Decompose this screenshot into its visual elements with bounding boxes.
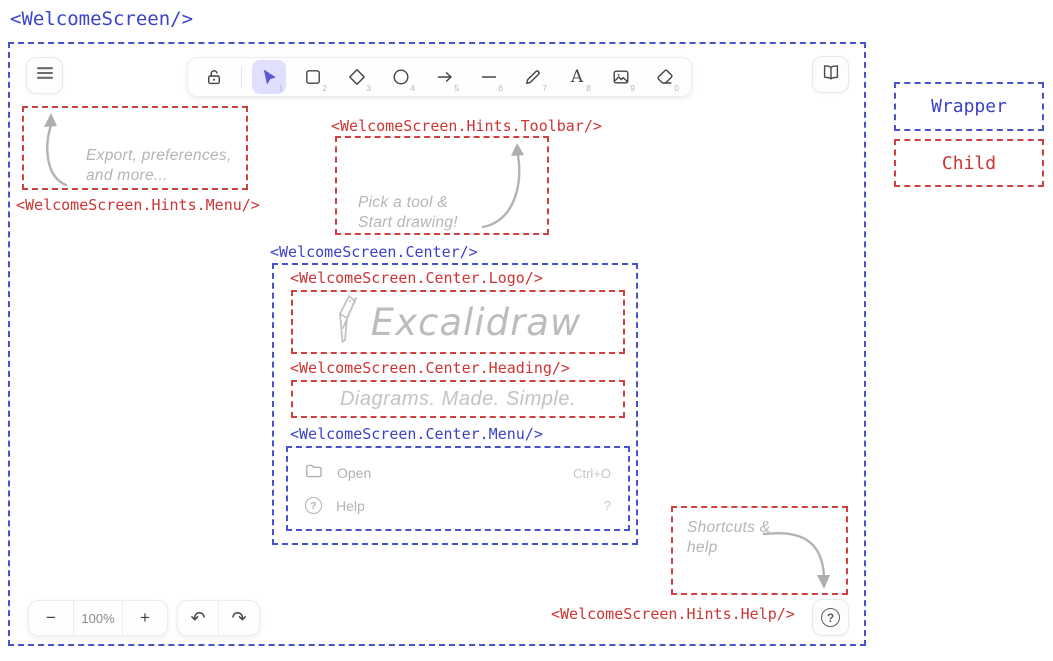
hamburger-icon [36,66,54,85]
hints-help-box: Shortcuts & help [671,506,848,595]
menu-item-label: Open [337,465,371,481]
legend-wrapper-box: Wrapper [894,82,1044,131]
tool-diamond[interactable]: 3 [340,60,374,94]
library-button[interactable] [812,56,849,93]
lock-icon [204,67,224,87]
tool-number: 6 [498,83,503,93]
tool-number: 5 [454,83,459,93]
diamond-icon [347,67,367,87]
page-title: <WelcomeScreen/> [10,8,193,30]
tool-image[interactable]: 9 [604,60,638,94]
menu-item-shortcut: ? [604,498,611,513]
menu-item-shortcut: Ctrl+O [573,466,611,481]
hint-menu-text-line2: and more... [86,166,232,186]
menu-item-help[interactable]: ? Help ? [288,497,628,514]
zoom-controls: − 100% + [28,600,168,636]
tool-draw[interactable]: 7 [516,60,550,94]
center-heading-box: Diagrams. Made. Simple. [291,380,625,418]
zoom-level-value: 100% [81,611,114,626]
image-icon [611,67,631,87]
menu-item-open[interactable]: Open Ctrl+O [288,463,628,484]
tool-number: 0 [674,83,679,93]
center-logo-box: Excalidraw [291,290,625,354]
minus-icon: − [46,608,56,628]
undo-button[interactable]: ↶ [178,600,218,636]
page: <WelcomeScreen/> [0,0,1053,661]
tool-line[interactable]: 6 [472,60,506,94]
tool-number: 9 [630,83,635,93]
undo-icon: ↶ [190,609,205,627]
line-icon [479,67,499,87]
toolbar: 1 2 3 4 [187,57,692,97]
tool-number: 1 [278,83,283,93]
rectangle-icon [303,67,323,87]
excalidraw-pencil-icon [335,294,361,351]
tool-ellipse[interactable]: 4 [384,60,418,94]
curved-arrow-up-icon [475,141,535,233]
hints-menu-box: Export, preferences, and more... [22,106,248,190]
text-tool-icon: A [571,69,583,86]
tool-number: 3 [366,83,371,93]
center-menu-box: Open Ctrl+O ? Help ? [286,446,630,531]
center-menu-label: <WelcomeScreen.Center.Menu/> [290,425,543,443]
tool-arrow[interactable]: 5 [428,60,462,94]
legend-child-box: Child [894,139,1044,187]
center-heading-label: <WelcomeScreen.Center.Heading/> [290,359,570,377]
book-icon [821,62,841,87]
help-icon: ? [821,608,840,627]
center-heading-text: Diagrams. Made. Simple. [340,388,576,411]
arrow-icon [435,67,455,87]
redo-icon: ↷ [231,609,246,627]
legend-child-label: Child [942,153,996,174]
redo-button[interactable]: ↷ [219,600,259,636]
excalidraw-logo-text: Excalidraw [371,301,581,344]
tool-number: 7 [542,83,547,93]
tool-number: 4 [410,83,415,93]
tool-selection[interactable]: 1 [252,60,286,94]
selection-cursor-icon [259,67,279,87]
folder-icon [305,463,323,484]
hints-help-label: <WelcomeScreen.Hints.Help/> [551,605,795,623]
help-button[interactable]: ? [812,599,849,636]
tool-rectangle[interactable]: 2 [296,60,330,94]
hint-help-text-line2: help [687,538,770,558]
legend-wrapper-label: Wrapper [931,96,1007,117]
zoom-out-button[interactable]: − [29,600,73,636]
toolbar-divider [241,66,242,88]
hint-menu-text-line1: Export, preferences, [86,146,232,166]
hints-toolbar-box: Pick a tool & Start drawing! [335,136,549,235]
tool-number: 8 [586,83,591,93]
curved-arrow-down-icon [760,524,838,592]
zoom-level-button[interactable]: 100% [74,600,122,636]
eraser-icon [655,67,675,87]
tool-number: 2 [322,83,327,93]
tool-text[interactable]: A 8 [560,60,594,94]
hint-toolbar-text-line2: Start drawing! [358,213,458,233]
curved-arrow-up-icon [32,111,82,189]
hints-toolbar-label: <WelcomeScreen.Hints.Toolbar/> [331,117,602,135]
center-box: <WelcomeScreen.Center.Logo/> Excalidraw … [272,263,638,545]
center-logo-label: <WelcomeScreen.Center.Logo/> [290,269,543,287]
question-circle-icon: ? [305,497,322,514]
zoom-in-button[interactable]: + [123,600,167,636]
undo-redo-controls: ↶ ↷ [177,600,260,636]
plus-icon: + [140,608,150,628]
hint-toolbar-text-line1: Pick a tool & [358,193,458,213]
tool-eraser[interactable]: 0 [648,60,682,94]
hints-menu-label: <WelcomeScreen.Hints.Menu/> [16,196,260,214]
menu-item-label: Help [336,498,365,514]
center-label: <WelcomeScreen.Center/> [270,243,478,261]
ellipse-icon [391,67,411,87]
lock-tool-button[interactable] [197,60,231,94]
hamburger-menu-button[interactable] [26,57,63,94]
hint-help-text-line1: Shortcuts & [687,518,770,538]
pencil-icon [523,67,543,87]
